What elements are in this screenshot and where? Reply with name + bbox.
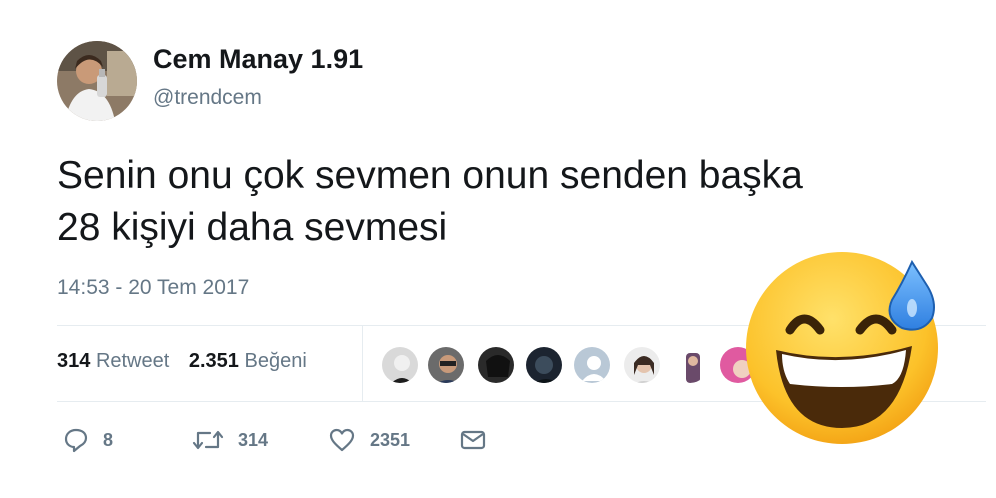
tweet-card: Cem Manay 1.91 @trendcem Senin onu çok s…: [0, 0, 996, 498]
retweet-action-count: 314: [238, 429, 269, 450]
liker-avatar[interactable]: [622, 345, 662, 385]
retweet-label: Retweet: [95, 350, 170, 372]
tweet-stats: 314 Retweet 2.351 Beğeni: [57, 350, 321, 373]
reply-button[interactable]: 8: [63, 425, 113, 455]
tweet-timestamp[interactable]: 14:53 - 20 Tem 2017: [57, 276, 249, 300]
message-icon: [459, 427, 487, 453]
liker-avatar[interactable]: [476, 345, 516, 385]
heart-icon: [328, 427, 356, 453]
liker-avatar[interactable]: [572, 345, 612, 385]
retweet-button[interactable]: 314: [192, 425, 268, 455]
like-button[interactable]: 2351: [328, 425, 410, 455]
liker-avatar[interactable]: [380, 345, 420, 385]
retweet-icon: [192, 427, 224, 453]
avatar[interactable]: [57, 41, 137, 121]
liker-avatar[interactable]: [524, 345, 564, 385]
user-handle[interactable]: @trendcem: [153, 86, 262, 110]
like-label: Beğeni: [244, 350, 307, 372]
display-name[interactable]: Cem Manay 1.91: [153, 44, 363, 75]
reply-count: 8: [103, 429, 114, 450]
reply-icon: [63, 427, 89, 453]
direct-message-button[interactable]: [459, 425, 487, 455]
liker-avatar[interactable]: [426, 345, 466, 385]
retweet-count: 314: [57, 350, 91, 372]
like-stat[interactable]: 2.351 Beğeni: [189, 350, 307, 373]
sweat-smile-emoji: [742, 238, 950, 446]
liker-avatar[interactable]: [670, 345, 710, 385]
tweet-text-line: Senin onu çok sevmen onun senden başka: [57, 154, 803, 197]
like-count: 2.351: [188, 350, 239, 372]
divider: [362, 325, 363, 401]
like-action-count: 2351: [370, 429, 411, 450]
retweet-stat[interactable]: 314 Retweet: [57, 350, 169, 373]
